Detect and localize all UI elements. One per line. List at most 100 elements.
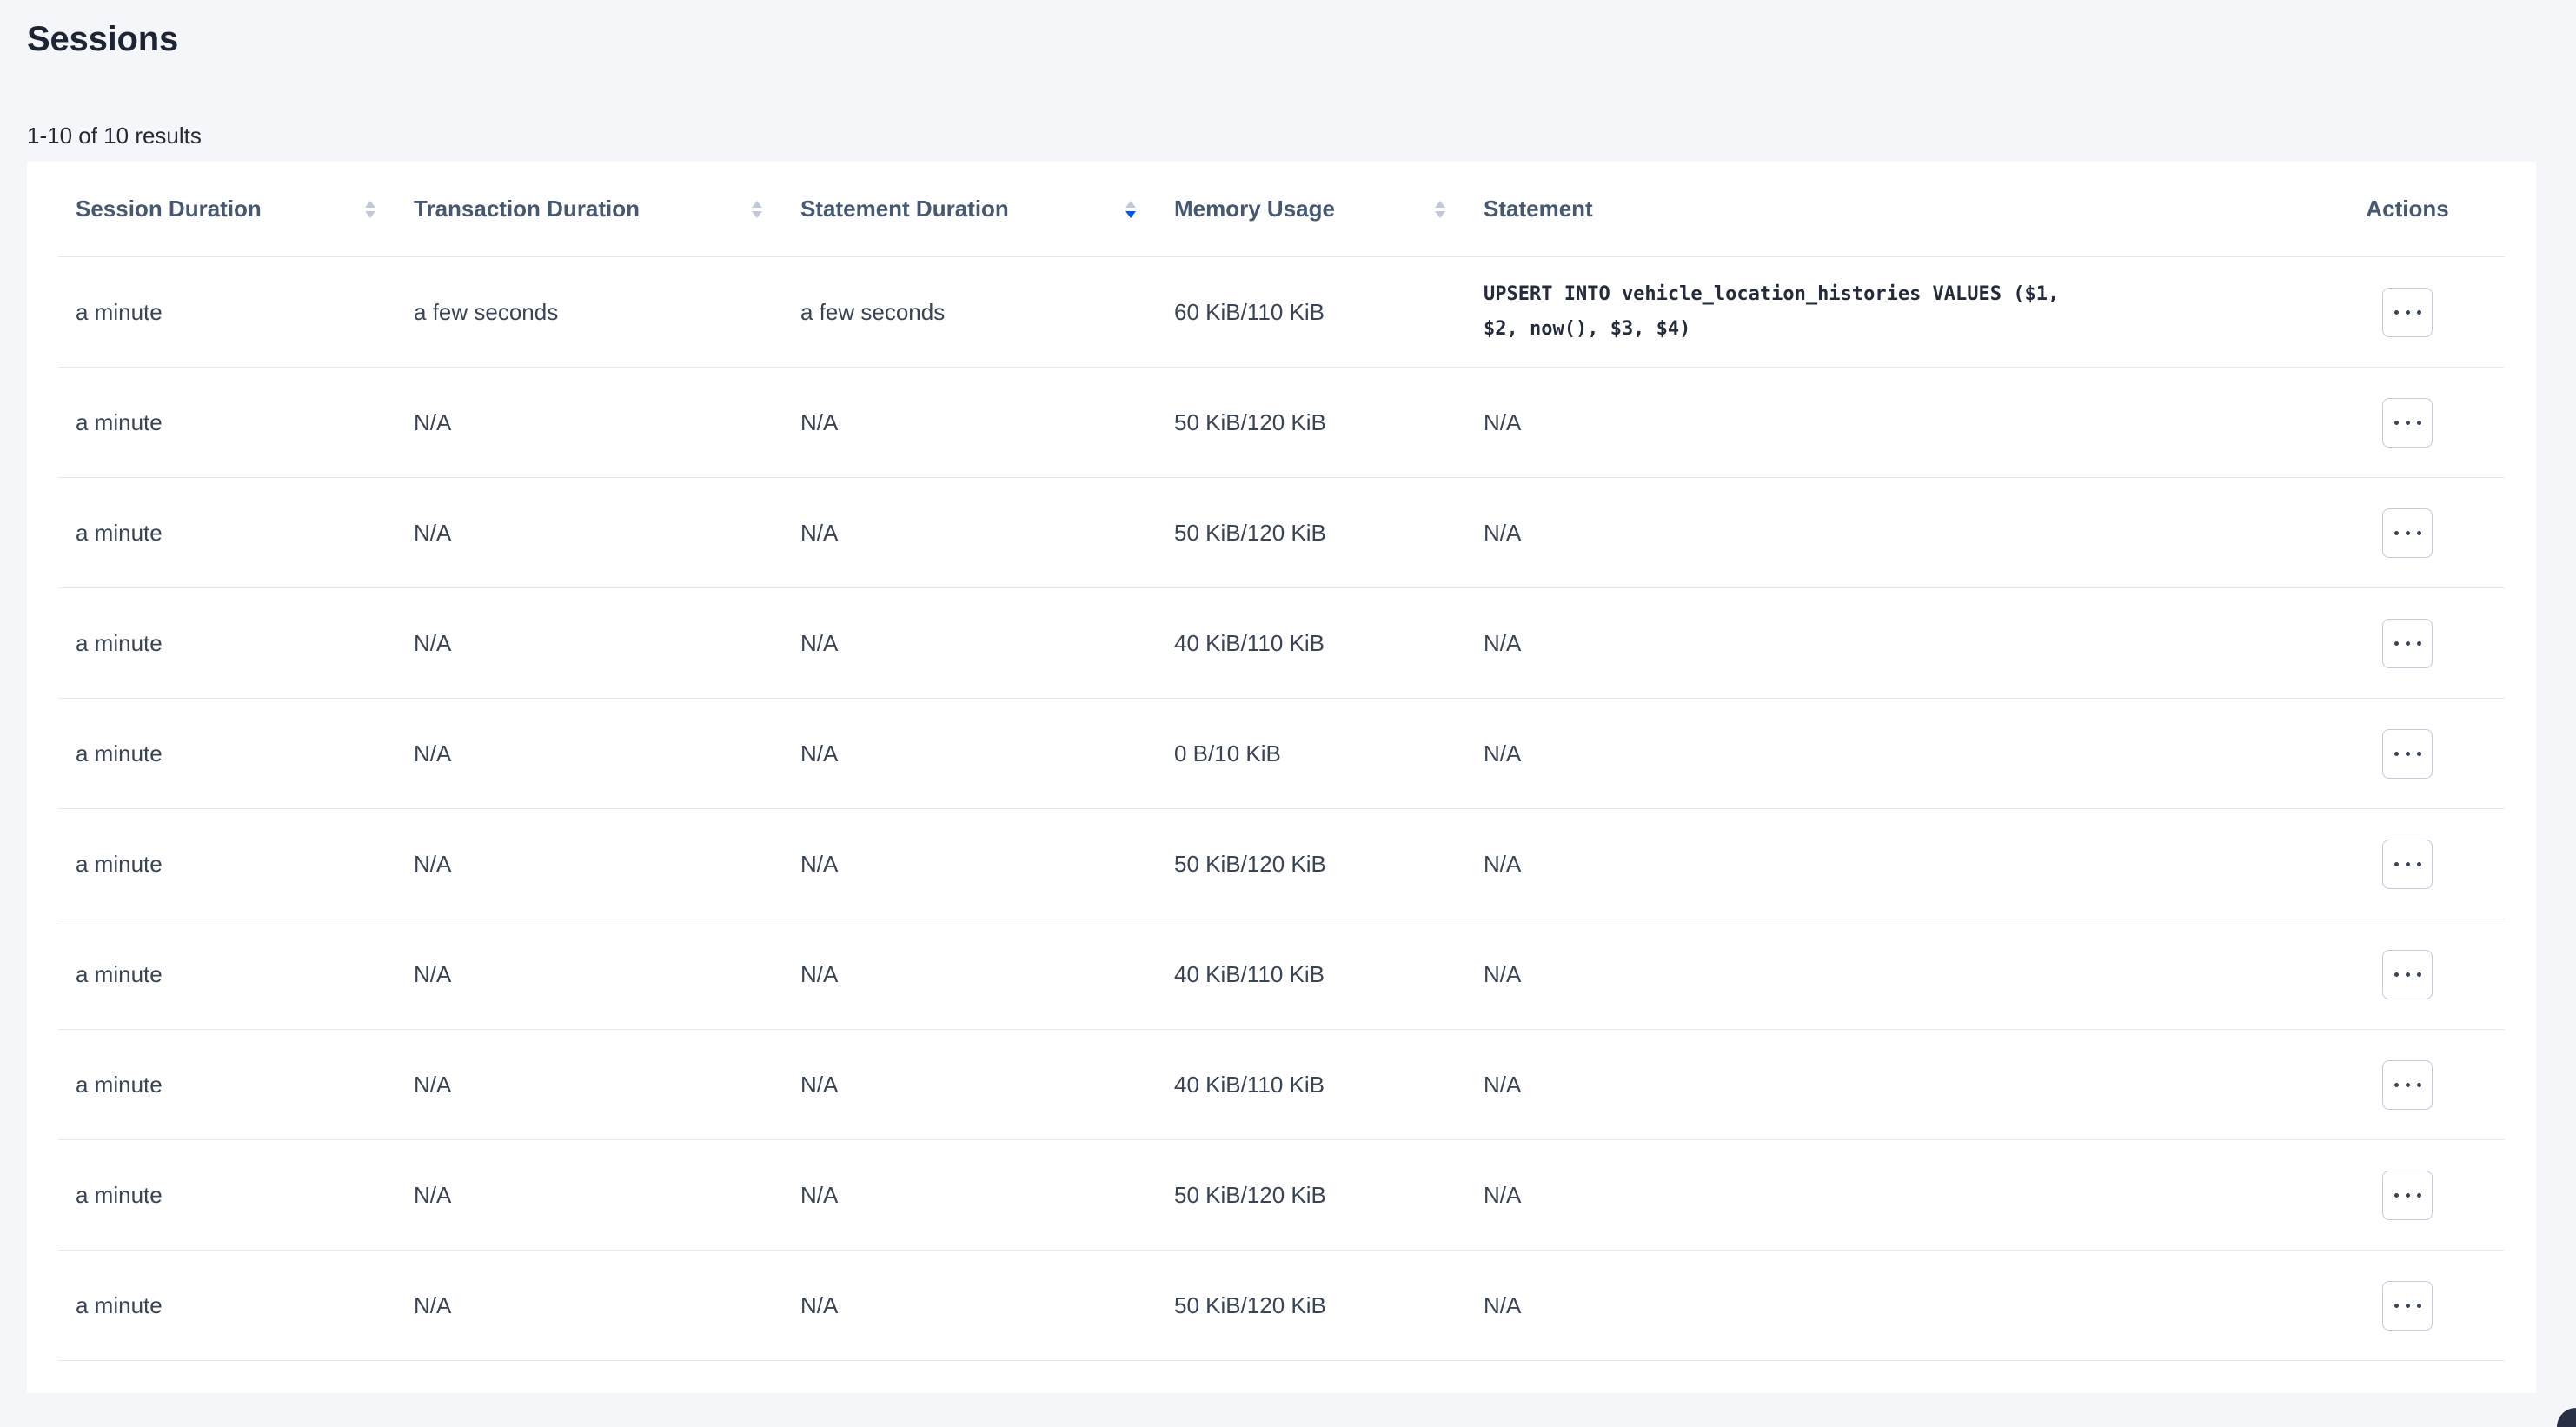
statement-duration-cell: N/A (783, 740, 1157, 767)
table-row: a minute N/A N/A 50 KiB/120 KiB N/A (58, 1140, 2505, 1251)
actions-cell (2310, 619, 2505, 668)
table-row: a minute N/A N/A 40 KiB/110 KiB N/A (58, 1030, 2505, 1140)
row-actions-button[interactable] (2382, 840, 2433, 889)
table-row: a minute a few seconds a few seconds 60 … (58, 257, 2505, 368)
ellipsis-icon (2394, 310, 2421, 315)
column-header-label: Transaction Duration (414, 196, 640, 222)
statement-duration-cell: N/A (783, 1292, 1157, 1319)
ellipsis-icon (2394, 862, 2421, 866)
ellipsis-icon (2394, 1083, 2421, 1087)
table-row: a minute N/A N/A 0 B/10 KiB N/A (58, 699, 2505, 809)
column-header-label: Statement (1484, 196, 1593, 222)
resize-corner-handle (2557, 1408, 2576, 1427)
row-actions-button[interactable] (2382, 398, 2433, 448)
memory-usage-cell: 40 KiB/110 KiB (1157, 961, 1466, 988)
sort-desc-active-icon (1125, 201, 1136, 218)
table-row: a minute N/A N/A 50 KiB/120 KiB N/A (58, 368, 2505, 478)
table-row: a minute N/A N/A 50 KiB/120 KiB N/A (58, 1251, 2505, 1361)
row-actions-button[interactable] (2382, 1171, 2433, 1220)
statement-cell: N/A (1466, 1072, 2310, 1098)
session-duration-cell: a minute (58, 851, 396, 878)
session-duration-cell: a minute (58, 1072, 396, 1098)
memory-usage-cell: 40 KiB/110 KiB (1157, 630, 1466, 657)
row-actions-button[interactable] (2382, 950, 2433, 999)
statement-cell: UPSERT INTO vehicle_location_histories V… (1466, 277, 2310, 347)
actions-cell (2310, 1171, 2505, 1220)
actions-cell (2310, 288, 2505, 337)
row-actions-button[interactable] (2382, 729, 2433, 779)
statement-duration-cell: N/A (783, 851, 1157, 878)
sessions-page: Sessions 1-10 of 10 results Session Dura… (0, 0, 2576, 1393)
column-header-label: Statement Duration (800, 196, 1009, 222)
actions-cell (2310, 508, 2505, 558)
ellipsis-icon (2394, 752, 2421, 756)
column-header-statement-duration[interactable]: Statement Duration (783, 162, 1157, 256)
actions-cell (2310, 840, 2505, 889)
statement-duration-cell: a few seconds (783, 299, 1157, 326)
column-header-label: Memory Usage (1174, 196, 1335, 222)
column-header-transaction-duration[interactable]: Transaction Duration (396, 162, 783, 256)
memory-usage-cell: 50 KiB/120 KiB (1157, 520, 1466, 547)
statement-duration-cell: N/A (783, 1072, 1157, 1098)
transaction-duration-cell: N/A (396, 851, 783, 878)
session-duration-cell: a minute (58, 961, 396, 988)
ellipsis-icon (2394, 1193, 2421, 1198)
actions-cell (2310, 950, 2505, 999)
statement-duration-cell: N/A (783, 520, 1157, 547)
session-duration-cell: a minute (58, 520, 396, 547)
transaction-duration-cell: N/A (396, 740, 783, 767)
table-row: a minute N/A N/A 50 KiB/120 KiB N/A (58, 478, 2505, 588)
memory-usage-cell: 50 KiB/120 KiB (1157, 1292, 1466, 1319)
transaction-duration-cell: N/A (396, 1182, 783, 1209)
row-actions-button[interactable] (2382, 619, 2433, 668)
column-header-label: Actions (2366, 196, 2448, 222)
page-title: Sessions (27, 17, 2549, 61)
statement-cell: N/A (1466, 851, 2310, 878)
table-row: a minute N/A N/A 40 KiB/110 KiB N/A (58, 588, 2505, 699)
transaction-duration-cell: N/A (396, 1292, 783, 1319)
column-header-memory-usage[interactable]: Memory Usage (1157, 162, 1466, 256)
transaction-duration-cell: N/A (396, 1072, 783, 1098)
results-count: 1-10 of 10 results (27, 122, 2549, 150)
actions-cell (2310, 398, 2505, 448)
column-header-session-duration[interactable]: Session Duration (58, 162, 396, 256)
actions-cell (2310, 729, 2505, 779)
memory-usage-cell: 50 KiB/120 KiB (1157, 851, 1466, 878)
transaction-duration-cell: N/A (396, 520, 783, 547)
row-actions-button[interactable] (2382, 1060, 2433, 1110)
session-duration-cell: a minute (58, 740, 396, 767)
ellipsis-icon (2394, 1304, 2421, 1308)
memory-usage-cell: 40 KiB/110 KiB (1157, 1072, 1466, 1098)
column-header-statement: Statement (1466, 162, 2310, 256)
statement-cell: N/A (1466, 961, 2310, 988)
memory-usage-cell: 0 B/10 KiB (1157, 740, 1466, 767)
actions-cell (2310, 1281, 2505, 1331)
row-actions-button[interactable] (2382, 1281, 2433, 1331)
session-duration-cell: a minute (58, 1182, 396, 1209)
session-duration-cell: a minute (58, 409, 396, 436)
statement-duration-cell: N/A (783, 1182, 1157, 1209)
statement-duration-cell: N/A (783, 630, 1157, 657)
sort-icon (752, 201, 762, 218)
actions-cell (2310, 1060, 2505, 1110)
sort-icon (365, 201, 375, 218)
memory-usage-cell: 60 KiB/110 KiB (1157, 299, 1466, 326)
sessions-table-card: Session Duration Transaction Duration St… (27, 162, 2536, 1393)
ellipsis-icon (2394, 972, 2421, 977)
statement-cell: N/A (1466, 1182, 2310, 1209)
ellipsis-icon (2394, 421, 2421, 425)
statement-cell: N/A (1466, 630, 2310, 657)
session-duration-cell: a minute (58, 1292, 396, 1319)
row-actions-button[interactable] (2382, 508, 2433, 558)
table-row: a minute N/A N/A 40 KiB/110 KiB N/A (58, 919, 2505, 1030)
column-header-label: Session Duration (76, 196, 262, 222)
statement-sql-text: UPSERT INTO vehicle_location_histories V… (1484, 277, 2083, 347)
transaction-duration-cell: N/A (396, 409, 783, 436)
statement-cell: N/A (1466, 520, 2310, 547)
ellipsis-icon (2394, 531, 2421, 535)
statement-cell: N/A (1466, 1292, 2310, 1319)
session-duration-cell: a minute (58, 630, 396, 657)
column-header-actions: Actions (2310, 162, 2505, 256)
row-actions-button[interactable] (2382, 288, 2433, 337)
table-header-row: Session Duration Transaction Duration St… (58, 162, 2505, 257)
